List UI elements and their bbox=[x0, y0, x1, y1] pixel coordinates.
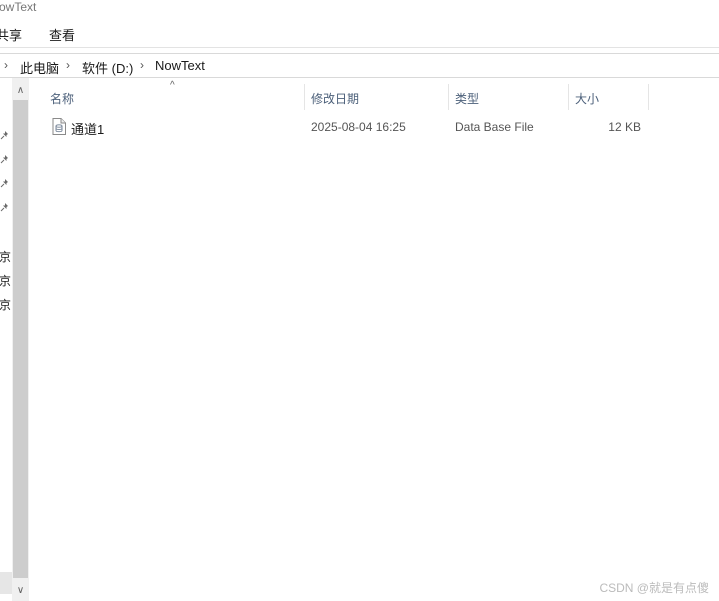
column-divider[interactable] bbox=[568, 84, 569, 110]
column-divider[interactable] bbox=[648, 84, 649, 110]
scroll-up-icon[interactable]: ∧ bbox=[12, 83, 29, 99]
tab-share[interactable]: 共享 bbox=[0, 25, 22, 44]
pin-icon bbox=[0, 131, 8, 140]
nav-item[interactable]: 京 bbox=[0, 296, 11, 313]
column-header-modified[interactable]: 修改日期 bbox=[311, 90, 359, 107]
column-header-type[interactable]: 类型 bbox=[455, 90, 479, 107]
window-title: owText bbox=[0, 0, 37, 14]
file-modified-date: 2025-08-04 16:25 bbox=[311, 120, 406, 134]
breadcrumb-this-pc[interactable]: 此电脑 bbox=[20, 58, 59, 77]
column-header-size[interactable]: 大小 bbox=[575, 90, 599, 107]
column-divider[interactable] bbox=[304, 84, 305, 110]
table-row[interactable]: 通道1 2025-08-04 16:25 Data Base File 12 K… bbox=[30, 116, 660, 138]
ribbon-divider bbox=[0, 47, 719, 48]
ribbon-tabs: 共享 查看 bbox=[0, 22, 719, 46]
pin-icon bbox=[0, 155, 8, 164]
scrollbar-thumb[interactable] bbox=[13, 100, 28, 578]
chevron-right-icon[interactable]: › bbox=[4, 58, 8, 72]
database-file-icon bbox=[52, 118, 66, 135]
navigation-pane: 京 京 京 ∧ ∨ bbox=[0, 78, 30, 601]
file-explorer-window: owText 共享 查看 › 此电脑 › 软件 (D:) › NowText 京… bbox=[0, 0, 719, 601]
chevron-right-icon[interactable]: › bbox=[140, 58, 144, 72]
file-type: Data Base File bbox=[455, 120, 534, 134]
column-divider[interactable] bbox=[448, 84, 449, 110]
scroll-down-icon[interactable]: ∨ bbox=[12, 583, 29, 599]
breadcrumb-nowtext[interactable]: NowText bbox=[155, 58, 205, 73]
sort-ascending-icon: ^ bbox=[170, 80, 175, 91]
breadcrumb-drive-d[interactable]: 软件 (D:) bbox=[82, 58, 133, 77]
watermark-text: CSDN @就是有点傻 bbox=[599, 581, 709, 595]
nav-scroll-corner bbox=[0, 572, 12, 594]
file-list-header: ^ 名称 修改日期 类型 大小 bbox=[30, 80, 719, 110]
chevron-right-icon[interactable]: › bbox=[66, 58, 70, 72]
file-name: 通道1 bbox=[71, 122, 105, 137]
pin-icon bbox=[0, 203, 8, 212]
nav-item[interactable]: 京 bbox=[0, 272, 11, 289]
address-bar[interactable]: › 此电脑 › 软件 (D:) › NowText bbox=[0, 53, 719, 78]
tab-view[interactable]: 查看 bbox=[49, 25, 75, 44]
title-bar: owText bbox=[0, 0, 719, 16]
column-header-name[interactable]: 名称 bbox=[50, 90, 74, 107]
file-size: 12 KB bbox=[608, 120, 641, 134]
nav-scrollbar[interactable]: ∧ ∨ bbox=[12, 78, 29, 601]
pin-icon bbox=[0, 179, 8, 188]
nav-item[interactable]: 京 bbox=[0, 248, 11, 265]
